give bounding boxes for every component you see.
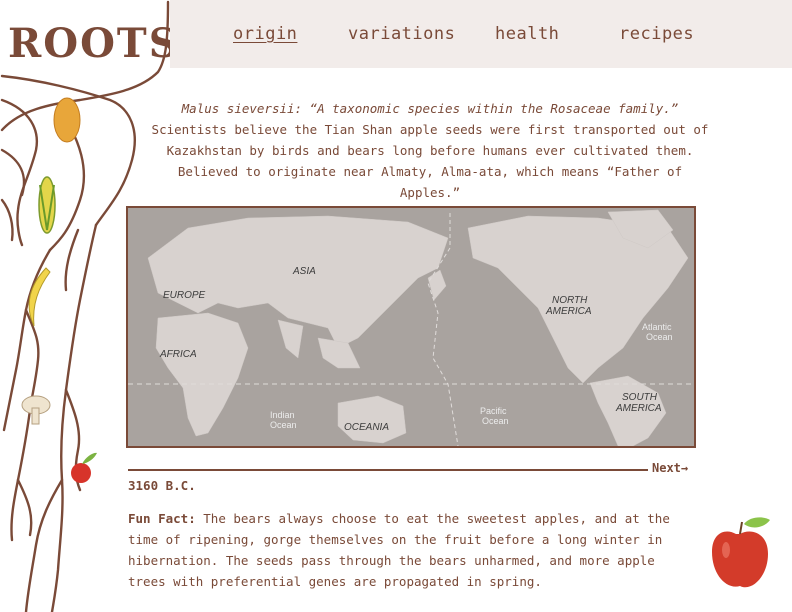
world-map: ASIA EUROPE AFRICA OCEANIA NORTH AMERICA…	[126, 206, 696, 448]
timeline-line	[128, 469, 648, 471]
timeline-year: 3160 B.C.	[128, 478, 196, 493]
nav-origin[interactable]: origin	[233, 24, 297, 44]
fun-fact: Fun Fact: The bears always choose to eat…	[128, 508, 688, 592]
map-label-africa: AFRICA	[159, 349, 197, 360]
ocean-label-atlantic-2: Ocean	[646, 332, 673, 342]
ocean-label-pacific-1: Pacific	[480, 406, 507, 416]
next-label: Next	[652, 461, 681, 475]
arrow-right-icon: →	[680, 461, 689, 475]
next-button[interactable]: Next→	[652, 461, 688, 475]
species-quote: Malus sieversii: “A taxonomic species wi…	[181, 101, 679, 116]
ocean-label-indian-1: Indian	[270, 410, 295, 420]
roots-logo[interactable]: ROOTS	[8, 20, 180, 67]
map-label-oceania: OCEANIA	[344, 422, 389, 433]
map-label-asia: ASIA	[292, 266, 316, 277]
map-label-europe: EUROPE	[163, 290, 206, 301]
map-label-south-america-1: SOUTH	[622, 392, 658, 403]
map-label-north-america-2: AMERICA	[545, 306, 592, 317]
fun-fact-body: The bears always choose to eat the sweet…	[128, 511, 670, 589]
nav-recipes[interactable]: recipes	[619, 24, 694, 44]
intro-line-2: Kazakhstan by birds and bears long befor…	[166, 143, 694, 158]
apple-icon	[712, 517, 770, 588]
intro-line-1: Scientists believe the Tian Shan apple s…	[151, 122, 709, 137]
ocean-label-pacific-2: Ocean	[482, 416, 509, 426]
nav-variations[interactable]: variations	[348, 24, 455, 44]
top-nav-bar: origin variations health recipes	[170, 0, 792, 68]
ocean-label-atlantic-1: Atlantic	[642, 322, 672, 332]
intro-text: Malus sieversii: “A taxonomic species wi…	[150, 98, 710, 203]
map-label-north-america-1: NORTH	[552, 295, 588, 306]
map-label-south-america-2: AMERICA	[615, 403, 662, 414]
ocean-label-indian-2: Ocean	[270, 420, 297, 430]
fun-fact-title: Fun Fact:	[128, 511, 196, 526]
intro-line-3: Believed to originate near Almaty, Alma-…	[177, 164, 683, 200]
nav-health[interactable]: health	[495, 24, 559, 44]
